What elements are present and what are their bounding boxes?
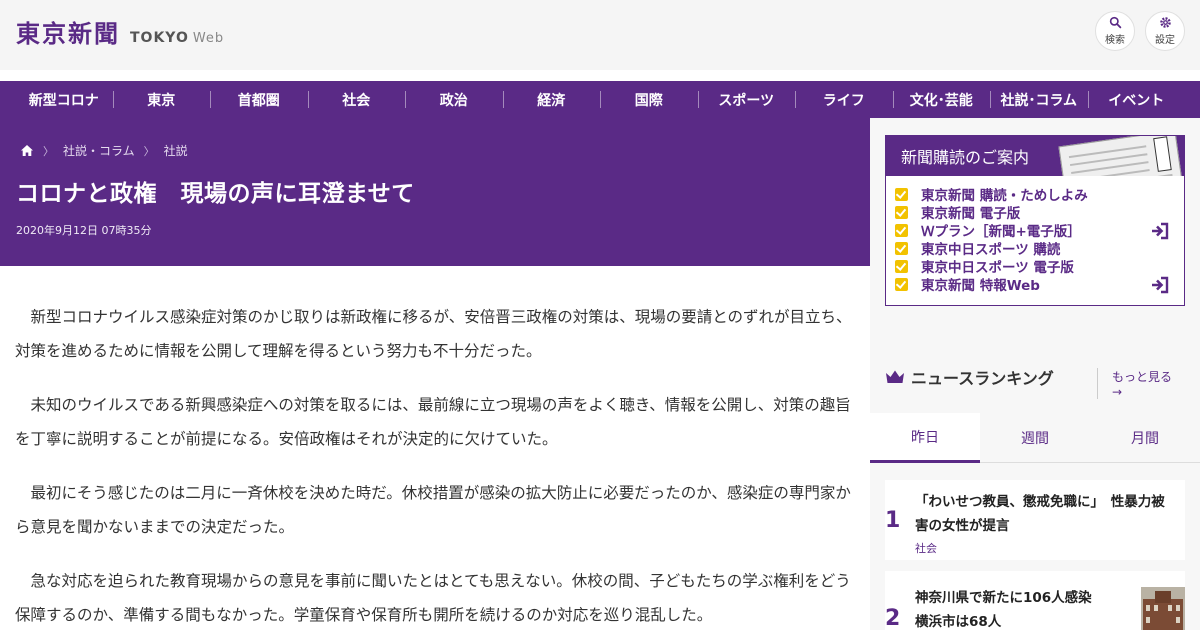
ranking-item-title: 「わいせつ教員、懲戒免職に」 性暴力被 害の女性が提言 [915, 490, 1165, 538]
article-paragraph: 急な対応を迫られた教育現場からの意見を事前に聞いたとはとても思えない。休校の間、… [15, 572, 851, 624]
logo-web: Web [192, 31, 225, 46]
subscription-link[interactable]: Ｗプラン［新聞+電子版］ [895, 221, 1184, 240]
tab-monthly[interactable]: 月間 [1090, 413, 1200, 463]
subscription-link-label: 東京中日スポーツ 電子版 [921, 260, 1074, 276]
home-icon[interactable] [20, 144, 34, 157]
breadcrumb-item-editorial-column[interactable]: 社説・コラム [63, 142, 135, 159]
search-button[interactable]: 検索 [1095, 11, 1135, 51]
settings-label: 設定 [1155, 35, 1175, 46]
check-icon [895, 223, 908, 237]
check-icon [895, 187, 908, 201]
nav-item-corona[interactable]: 新型コロナ [15, 81, 113, 118]
subscription-link-label: 東京中日スポーツ 購読 [921, 242, 1061, 258]
ranking-item-title-line: 神奈川県で新たに106人感染 [915, 590, 1092, 606]
site-header: 東京新聞 TOKYO Web 検索 設定 [0, 0, 1200, 70]
logo-tokyo: TOKYO [130, 30, 189, 46]
nav-item-metro[interactable]: 首都圏 [210, 81, 308, 118]
site-logo[interactable]: 東京新聞 TOKYO Web [16, 14, 224, 49]
search-icon [1109, 16, 1121, 29]
sidebar: 新聞購読のご案内 東京新聞 購読・ためしよみ 東京新聞 電子版 Ｗプラン［新聞+… [870, 118, 1200, 630]
ranking-item[interactable]: 2 神奈川県で新たに106人感染 横浜市は68人 [885, 571, 1185, 630]
article-title: コロナと政権 現場の声に耳澄ませて [16, 181, 415, 207]
nav-item-politics[interactable]: 政治 [405, 81, 503, 118]
gear-icon [1159, 17, 1171, 28]
subscription-link[interactable]: 東京新聞 購読・ためしよみ [895, 185, 1184, 204]
breadcrumb-separator: 〉 [43, 144, 54, 158]
nav-item-tokyo[interactable]: 東京 [112, 81, 211, 118]
article-paragraph: 最初にそう感じたのは二月に一斉休校を決めた時だ。休校措置が感染の拡大防止に必要だ… [15, 484, 851, 536]
logo-english: TOKYO Web [130, 30, 224, 46]
ranking-tabs: 昨日 週間 月間 [870, 413, 1200, 463]
nav-item-society[interactable]: 社会 [307, 81, 406, 118]
rank-number: 1 [885, 508, 901, 533]
nav-item-culture[interactable]: 文化･芸能 [892, 81, 991, 118]
nav-item-economy[interactable]: 経済 [502, 81, 601, 118]
ranking-item[interactable]: 1 「わいせつ教員、懲戒免職に」 性暴力被 害の女性が提言 社会 [885, 480, 1185, 560]
more-link-label: もっと見る [1112, 370, 1173, 384]
article-paragraph: 未知のウイルスである新興感染症への対策を取るには、最前線に立つ現場の声をよく聴き… [15, 396, 851, 448]
crown-icon [886, 370, 904, 383]
search-label: 検索 [1105, 35, 1125, 46]
subscription-link[interactable]: 東京新聞 電子版 [895, 203, 1184, 222]
article-header: 〉 社説・コラム 〉 社説 コロナと政権 現場の声に耳澄ませて 2020年9月1… [0, 118, 870, 266]
nav-item-events[interactable]: イベント [1087, 81, 1186, 118]
nav-item-life[interactable]: ライフ [795, 81, 893, 118]
check-icon [895, 277, 908, 291]
ranking-item-title-line: 害の女性が提言 [915, 518, 1010, 534]
subscription-link-label: 東京新聞 特報Web [921, 278, 1040, 294]
login-icon[interactable] [1150, 276, 1170, 294]
subscription-header: 新聞購読のご案内 [886, 136, 1184, 176]
ranking-item-category[interactable]: 社会 [915, 540, 937, 556]
ranking-item-title-line: 「わいせつ教員、懲戒免職に」 性暴力被 [915, 494, 1165, 510]
subscription-link-label: 東京新聞 電子版 [921, 206, 1021, 222]
subscription-box: 新聞購読のご案内 東京新聞 購読・ためしよみ 東京新聞 電子版 Ｗプラン［新聞+… [885, 135, 1185, 306]
check-icon [895, 205, 908, 219]
ranking-item-title-line: 横浜市は68人 [915, 614, 1002, 630]
login-icon[interactable] [1150, 222, 1170, 240]
main-nav: 新型コロナ 東京 首都圏 社会 政治 経済 国際 スポーツ ライフ 文化･芸能 … [0, 81, 1200, 118]
ranking-header: ニュースランキング もっと見る → [885, 364, 1185, 399]
breadcrumb: 〉 社説・コラム 〉 社説 [20, 142, 188, 159]
article-paragraph: 新型コロナウイルス感染症対策のかじ取りは新政権に移るが、安倍晋三政権の対策は、現… [15, 308, 852, 360]
tab-yesterday[interactable]: 昨日 [870, 413, 980, 463]
article-body: 新型コロナウイルス感染症対策のかじ取りは新政権に移るが、安倍晋三政権の対策は、現… [15, 300, 855, 630]
subscription-title: 新聞購読のご案内 [901, 148, 1030, 167]
breadcrumb-separator: 〉 [143, 144, 155, 158]
newspaper-illustration [1058, 136, 1184, 176]
subscription-link-label: 東京新聞 購読・ためしよみ [921, 188, 1088, 204]
nav-item-editorial[interactable]: 社説･コラム [990, 81, 1088, 118]
settings-button[interactable]: 設定 [1145, 11, 1185, 51]
newspaper-masthead [1153, 136, 1172, 172]
logo-japanese: 東京新聞 [16, 19, 120, 48]
breadcrumb-item-editorial[interactable]: 社説 [164, 142, 188, 159]
subscription-link[interactable]: 東京新聞 特報Web [895, 275, 1184, 294]
ranking-item-thumbnail [1141, 587, 1185, 630]
subscription-link-label: Ｗプラン［新聞+電子版］ [921, 224, 1081, 240]
tab-weekly[interactable]: 週間 [980, 413, 1090, 463]
article-date: 2020年9月12日 07時35分 [16, 224, 152, 237]
check-icon [895, 241, 908, 255]
arrow-right-icon: → [1112, 385, 1123, 399]
more-link[interactable]: もっと見る → [1097, 368, 1185, 399]
subscription-link[interactable]: 東京中日スポーツ 電子版 [895, 257, 1184, 276]
subscription-links: 東京新聞 購読・ためしよみ 東京新聞 電子版 Ｗプラン［新聞+電子版］ 東京中日… [886, 176, 1184, 294]
nav-item-sports[interactable]: スポーツ [697, 81, 796, 118]
ranking-item-title: 神奈川県で新たに106人感染 横浜市は68人 [915, 586, 1092, 630]
check-icon [895, 259, 908, 273]
nav-item-international[interactable]: 国際 [600, 81, 698, 118]
ranking-title: ニュースランキング [911, 369, 1054, 388]
rank-number: 2 [885, 606, 901, 630]
subscription-link[interactable]: 東京中日スポーツ 購読 [895, 239, 1184, 258]
